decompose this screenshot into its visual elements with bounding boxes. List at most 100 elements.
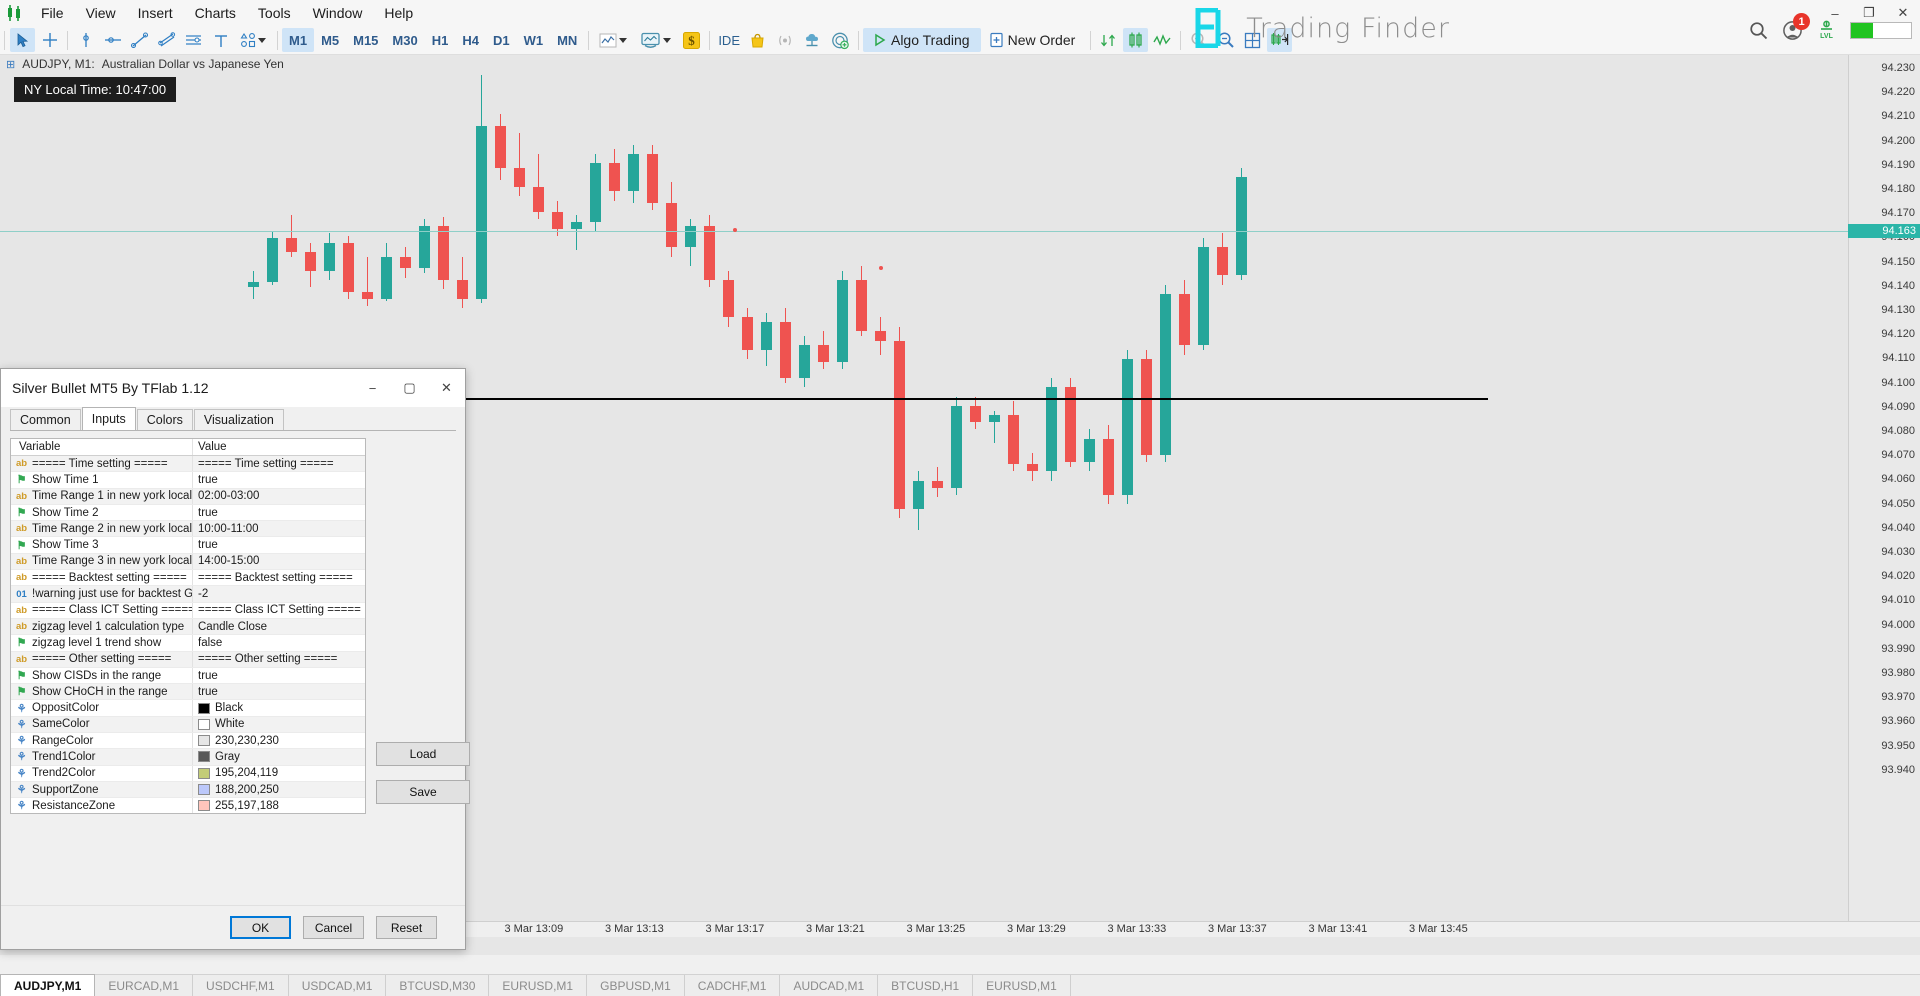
new-order-button[interactable]: New Order — [981, 28, 1087, 52]
table-row[interactable]: ⚘SameColorWhite — [11, 717, 365, 733]
row-value-cell[interactable]: 230,230,230 — [193, 733, 365, 748]
algo-trading-button[interactable]: Algo Trading — [863, 28, 981, 52]
table-row[interactable]: ab===== Class ICT Setting ========== Cla… — [11, 603, 365, 619]
cancel-button[interactable]: Cancel — [303, 916, 364, 939]
row-value-cell[interactable]: Black — [193, 700, 365, 715]
crosshair-icon[interactable] — [37, 28, 62, 52]
dialog-tab-common[interactable]: Common — [10, 409, 81, 430]
row-value-cell[interactable]: 255,197,188 — [193, 798, 365, 813]
symbol-tab-usdchf-m1[interactable]: USDCHF,M1 — [193, 975, 289, 996]
symbol-tab-eurcad-m1[interactable]: EURCAD,M1 — [95, 975, 193, 996]
chart-expand-icon[interactable]: ⊞ — [6, 58, 15, 71]
market-bag-icon[interactable] — [745, 28, 770, 52]
dialog-title-bar[interactable]: Silver Bullet MT5 By TFlab 1.12 − ▢ ✕ — [1, 369, 465, 407]
indicators-icon[interactable] — [593, 28, 634, 52]
price-axis[interactable]: 94.23094.22094.21094.20094.19094.18094.1… — [1848, 55, 1920, 937]
shapes-icon[interactable] — [234, 28, 273, 52]
row-value-cell[interactable]: 10:00-11:00 — [193, 521, 365, 536]
dialog-tab-colors[interactable]: Colors — [137, 409, 193, 430]
symbol-tab-btcusd-m30[interactable]: BTCUSD,M30 — [386, 975, 489, 996]
vps-cloud-icon[interactable] — [800, 28, 826, 52]
trendline-icon[interactable] — [127, 28, 152, 52]
indicator-properties-dialog[interactable]: Silver Bullet MT5 By TFlab 1.12 − ▢ ✕ Co… — [0, 368, 466, 950]
menu-item-charts[interactable]: Charts — [184, 1, 247, 25]
search-icon[interactable] — [1749, 21, 1768, 40]
timeframe-d1[interactable]: D1 — [486, 28, 517, 52]
dialog-maximize-button[interactable]: ▢ — [391, 369, 428, 407]
table-row[interactable]: ⚘Trend1ColorGray — [11, 749, 365, 765]
table-row[interactable]: ab===== Other setting ========== Other s… — [11, 652, 365, 668]
row-value-cell[interactable]: Gray — [193, 749, 365, 764]
menu-item-tools[interactable]: Tools — [247, 1, 302, 25]
table-row[interactable]: ⚘OppositColorBlack — [11, 700, 365, 716]
row-value-cell[interactable]: 188,200,250 — [193, 782, 365, 797]
timeframe-m15[interactable]: M15 — [346, 28, 385, 52]
inputs-grid[interactable]: Variable Value ab===== Time setting ====… — [10, 438, 366, 814]
table-row[interactable]: ab===== Backtest setting ========== Back… — [11, 570, 365, 586]
table-row[interactable]: ⚘ResistanceZone255,197,188 — [11, 798, 365, 814]
load-button[interactable]: Load — [376, 742, 470, 766]
row-value-cell[interactable]: 02:00-03:00 — [193, 489, 365, 504]
menu-item-view[interactable]: View — [75, 1, 127, 25]
timeframe-w1[interactable]: W1 — [517, 28, 551, 52]
reset-button[interactable]: Reset — [376, 916, 437, 939]
chevron-down-icon[interactable] — [619, 38, 627, 43]
table-row[interactable]: ⚑Show CISDs in the rangetrue — [11, 668, 365, 684]
save-button[interactable]: Save — [376, 780, 470, 804]
table-row[interactable]: ⚑zigzag level 1 trend showfalse — [11, 635, 365, 651]
row-value-cell[interactable]: White — [193, 717, 365, 732]
row-value-cell[interactable]: 14:00-15:00 — [193, 554, 365, 569]
timeframe-m1[interactable]: M1 — [282, 28, 314, 52]
cursor-icon[interactable] — [10, 28, 35, 52]
horizontal-line-icon[interactable] — [100, 28, 125, 52]
channel-icon[interactable] — [154, 28, 179, 52]
bar-chart-icon[interactable] — [1123, 28, 1148, 52]
lvl-icon[interactable]: LVL — [1817, 20, 1836, 41]
menu-item-help[interactable]: Help — [373, 1, 424, 25]
vertical-line-icon[interactable] — [73, 28, 98, 52]
table-row[interactable]: abTime Range 2 in new york local time10:… — [11, 521, 365, 537]
ide-button[interactable]: IDE — [715, 28, 743, 52]
row-value-cell[interactable]: ===== Time setting ===== — [193, 456, 365, 471]
table-row[interactable]: abzigzag level 1 calculation typeCandle … — [11, 619, 365, 635]
table-row[interactable]: ⚑Show Time 1true — [11, 472, 365, 488]
dialog-tab-inputs[interactable]: Inputs — [82, 407, 136, 430]
table-row[interactable]: ⚘SupportZone188,200,250 — [11, 782, 365, 798]
symbol-tab-audcad-m1[interactable]: AUDCAD,M1 — [780, 975, 878, 996]
timeframe-m30[interactable]: M30 — [385, 28, 424, 52]
table-row[interactable]: ⚘Trend2Color195,204,119 — [11, 766, 365, 782]
row-value-cell[interactable]: true — [193, 472, 365, 487]
timeframe-m5[interactable]: M5 — [314, 28, 346, 52]
row-value-cell[interactable]: true — [193, 505, 365, 520]
symbol-tab-eurusd-m1[interactable]: EURUSD,M1 — [489, 975, 587, 996]
templates-icon[interactable] — [634, 28, 678, 52]
menu-item-insert[interactable]: Insert — [127, 1, 184, 25]
table-row[interactable]: ⚑Show CHoCH in the rangetrue — [11, 684, 365, 700]
timeframe-h1[interactable]: H1 — [425, 28, 456, 52]
row-value-cell[interactable]: true — [193, 668, 365, 683]
table-row[interactable]: 01!warning just use for backtest GMT min… — [11, 586, 365, 602]
chart-shift-icon[interactable] — [1096, 28, 1121, 52]
timeframe-h4[interactable]: H4 — [455, 28, 486, 52]
community-icon[interactable] — [828, 28, 853, 52]
chevron-down-icon[interactable] — [258, 38, 266, 43]
symbol-tab-gbpusd-m1[interactable]: GBPUSD,M1 — [587, 975, 685, 996]
dollar-icon[interactable]: $ — [679, 28, 704, 52]
signals-icon[interactable] — [772, 28, 798, 52]
table-row[interactable]: ⚑Show Time 2true — [11, 505, 365, 521]
row-value-cell[interactable]: ===== Class ICT Setting ===== — [193, 603, 365, 618]
fibonacci-icon[interactable] — [181, 28, 206, 52]
table-row[interactable]: ab===== Time setting ========== Time set… — [11, 456, 365, 472]
timeframe-mn[interactable]: MN — [550, 28, 584, 52]
table-row[interactable]: ⚘RangeColor230,230,230 — [11, 733, 365, 749]
row-value-cell[interactable]: Candle Close — [193, 619, 365, 634]
table-row[interactable]: abTime Range 1 in new york local time02:… — [11, 489, 365, 505]
text-icon[interactable] — [208, 28, 233, 52]
menu-item-file[interactable]: File — [30, 1, 75, 25]
chevron-down-icon[interactable] — [663, 38, 671, 43]
table-row[interactable]: abTime Range 3 in new york local time14:… — [11, 554, 365, 570]
row-value-cell[interactable]: -2 — [193, 586, 365, 601]
account-icon[interactable]: 1 — [1782, 20, 1803, 41]
dialog-tab-visualization[interactable]: Visualization — [194, 409, 284, 430]
row-value-cell[interactable]: 195,204,119 — [193, 766, 365, 781]
